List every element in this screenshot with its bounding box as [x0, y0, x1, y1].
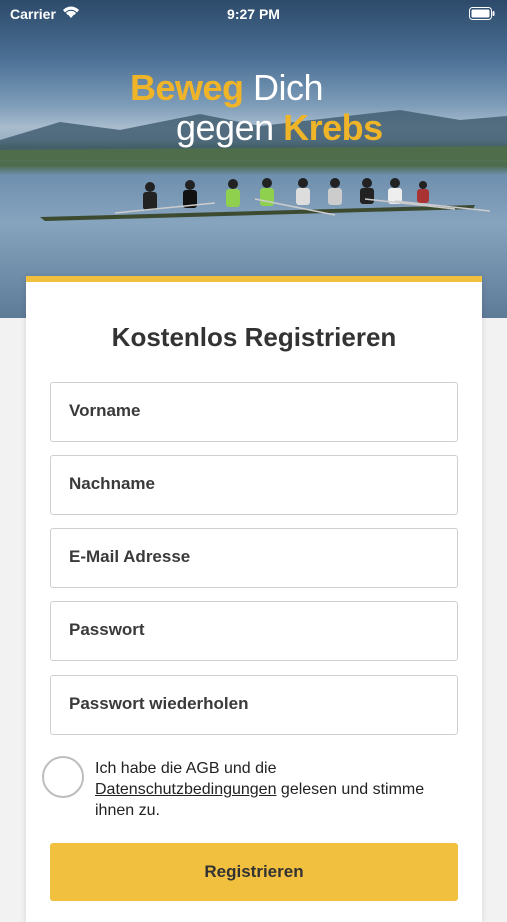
consent-checkbox[interactable]: [42, 756, 84, 798]
consent-prefix: Ich habe die AGB und die: [95, 760, 277, 777]
slogan-highlight-1: Beweg: [130, 67, 244, 108]
consent-text: Ich habe die AGB und die Datenschutzbedi…: [95, 758, 425, 821]
slogan: Beweg Dich gegen Krebs: [130, 68, 383, 148]
first-name-input[interactable]: [51, 383, 457, 439]
slogan-highlight-2: Krebs: [283, 107, 383, 148]
password-field[interactable]: [50, 601, 458, 661]
status-bar: Carrier 9:27 PM: [0, 0, 507, 28]
register-button[interactable]: Registrieren: [50, 843, 458, 901]
form-title: Kostenlos Registrieren: [111, 322, 397, 352]
email-field[interactable]: [50, 528, 458, 588]
battery-icon: [469, 7, 495, 23]
slogan-text-2: gegen: [176, 107, 284, 148]
last-name-input[interactable]: [51, 456, 457, 512]
registration-card: Kostenlos Registrieren Ich habe die AGB …: [26, 276, 482, 922]
hero-image: Carrier 9:27 PM Beweg Dich gegen Krebs: [0, 0, 507, 318]
password-repeat-field[interactable]: [50, 675, 458, 735]
password-input[interactable]: [51, 602, 457, 658]
email-input[interactable]: [51, 529, 457, 585]
first-name-field[interactable]: [50, 382, 458, 442]
rowing-boat: [40, 178, 491, 221]
privacy-policy-link[interactable]: Datenschutzbedingungen: [95, 781, 276, 798]
consent-row: Ich habe die AGB und die Datenschutzbedi…: [42, 756, 462, 826]
last-name-field[interactable]: [50, 455, 458, 515]
clock: 9:27 PM: [227, 6, 280, 22]
password-repeat-input[interactable]: [51, 676, 457, 732]
slogan-text-1: Dich: [243, 67, 324, 108]
